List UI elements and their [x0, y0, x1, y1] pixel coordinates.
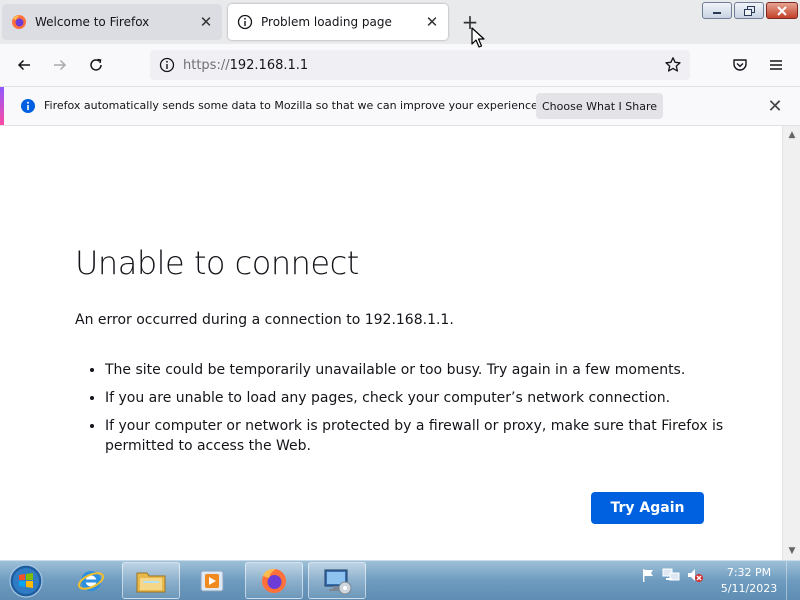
navigation-bar: https://192.168.1.1	[0, 44, 800, 87]
site-info-icon[interactable]	[159, 57, 175, 73]
error-description: An error occurred during a connection to…	[75, 312, 454, 328]
back-arrow-icon	[17, 59, 30, 71]
system-tray	[640, 567, 704, 583]
taskbar-clock[interactable]: 7:32 PM 5/11/2023	[716, 565, 782, 597]
firefox-logo-icon	[11, 14, 27, 30]
volume-muted-icon[interactable]	[686, 567, 704, 583]
list-item: If your computer or network is protected…	[105, 416, 745, 456]
close-tab-icon[interactable]: ✕	[196, 12, 216, 32]
network-icon[interactable]	[662, 567, 680, 583]
vertical-scrollbar[interactable]: ▲ ▼	[782, 126, 800, 560]
tab-welcome[interactable]: Welcome to Firefox ✕	[2, 4, 222, 40]
forward-arrow-icon	[54, 59, 67, 71]
remote-desktop-icon	[324, 569, 352, 594]
tab-problem-loading[interactable]: Problem loading page ✕	[228, 4, 448, 40]
hamburger-menu-icon	[770, 60, 782, 70]
close-icon	[777, 5, 787, 16]
tab-label: Welcome to Firefox	[35, 15, 150, 29]
minimize-icon	[713, 11, 721, 14]
windows-taskbar: 7:32 PM 5/11/2023	[0, 560, 800, 600]
file-explorer-button[interactable]	[122, 562, 180, 599]
restore-button[interactable]	[734, 2, 764, 19]
list-item: If you are unable to load any pages, che…	[105, 388, 745, 408]
pocket-icon	[733, 59, 747, 71]
try-again-button[interactable]: Try Again	[591, 492, 704, 524]
close-window-button[interactable]	[766, 2, 798, 19]
scroll-up-icon[interactable]: ▲	[786, 128, 798, 142]
show-desktop-button[interactable]	[786, 561, 800, 600]
url-host: 192.168.1.1	[229, 57, 309, 73]
media-player-button[interactable]	[183, 562, 241, 599]
file-explorer-icon	[136, 572, 166, 592]
address-bar[interactable]: https://192.168.1.1	[150, 50, 690, 80]
error-suggestions: The site could be temporarily unavailabl…	[75, 360, 745, 464]
info-icon	[237, 14, 253, 30]
url-protocol: https://	[183, 57, 230, 73]
reload-icon	[90, 58, 102, 71]
remote-desktop-button[interactable]	[308, 562, 366, 599]
clock-date: 5/11/2023	[720, 582, 778, 595]
mouse-cursor-icon	[471, 27, 485, 49]
start-orb-icon	[9, 564, 43, 598]
tab-label: Problem loading page	[261, 15, 392, 29]
firefox-icon	[262, 568, 286, 593]
internet-explorer-button[interactable]	[62, 562, 120, 599]
window-controls	[702, 2, 798, 20]
tab-strip: Welcome to Firefox ✕ Problem loading pag…	[0, 0, 800, 44]
pocket-button[interactable]	[726, 51, 754, 79]
minimize-button[interactable]	[702, 2, 732, 19]
back-button[interactable]	[10, 51, 38, 79]
close-icon[interactable]: ✕	[766, 96, 784, 117]
close-tab-icon[interactable]: ✕	[422, 12, 442, 32]
media-player-icon	[200, 570, 224, 591]
choose-what-i-share-button[interactable]: Choose What I Share	[536, 93, 663, 119]
bookmark-star-icon[interactable]	[664, 56, 682, 74]
url-text[interactable]: https://192.168.1.1	[183, 58, 308, 73]
menu-button[interactable]	[762, 51, 790, 79]
page-title: Unable to connect	[75, 244, 359, 282]
list-item: The site could be temporarily unavailabl…	[105, 360, 745, 380]
clock-time: 7:32 PM	[726, 566, 772, 579]
reload-button[interactable]	[82, 51, 110, 79]
action-center-flag-icon[interactable]	[640, 567, 656, 583]
firefox-button[interactable]	[245, 562, 303, 599]
restore-icon	[743, 5, 755, 16]
scroll-down-icon[interactable]: ▼	[786, 544, 798, 558]
start-button[interactable]	[6, 563, 46, 599]
error-page: Unable to connect An error occurred duri…	[0, 126, 782, 560]
notification-accent	[0, 87, 4, 125]
internet-explorer-icon	[77, 570, 105, 591]
data-collection-notification: Firefox automatically sends some data to…	[0, 87, 800, 126]
notification-text: Firefox automatically sends some data to…	[44, 99, 542, 112]
info-icon	[20, 98, 36, 114]
forward-button[interactable]	[46, 51, 74, 79]
